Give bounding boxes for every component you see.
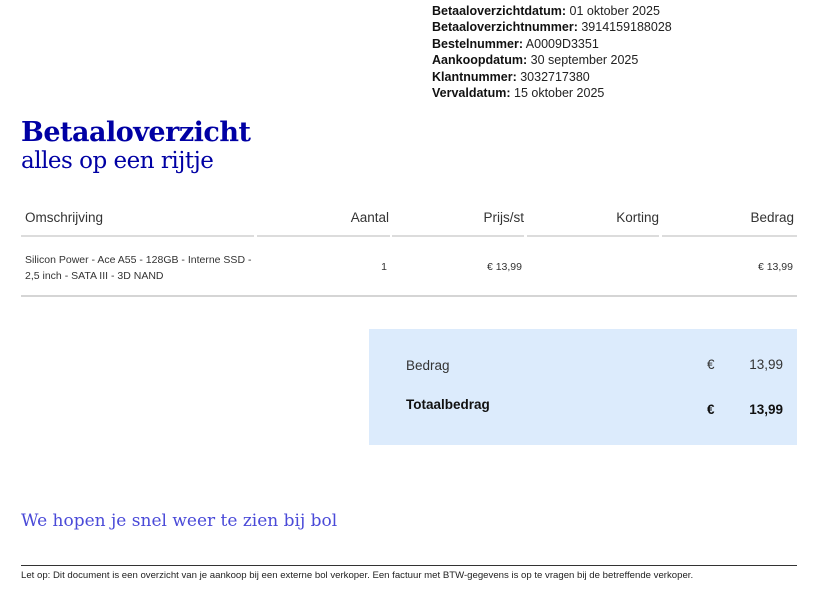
table-bottom-divider [21,295,797,297]
header-divider [527,235,659,237]
meta-label: Bestelnummer: [432,36,523,51]
table-row-price: € 13,99 [486,261,522,273]
table-row-description: Silicon Power - Ace A55 - 128GB - Intern… [25,254,252,282]
subtotal-value: 13,99 [749,357,783,372]
meta-purchase-date: Aankoopdatum: 30 september 2025 [432,52,672,68]
table-row-quantity: 1 [381,261,387,273]
column-header-description: Omschrijving [25,210,104,225]
meta-value: 3914159188028 [581,20,672,35]
meta-label: Klantnummer: [432,69,517,84]
summary-box: Bedrag € 13,99 Totaalbedrag € 13,99 [369,329,797,445]
page-title: Betaaloverzicht [21,117,251,148]
meta-value: A0009D3351 [525,36,599,51]
total-label: Totaalbedrag [406,397,490,412]
header-divider [392,235,524,237]
meta-value: 15 oktober 2025 [514,86,605,101]
header-divider [662,235,797,237]
meta-payment-date: Betaaloverzichtdatum: 01 oktober 2025 [432,3,672,19]
meta-value: 01 oktober 2025 [569,4,660,18]
subtotal-label: Bedrag [406,358,450,373]
footer-disclaimer: Let op: Dit document is een overzicht va… [21,570,694,581]
invoice-meta: Betaaloverzichtdatum: 01 oktober 2025 Be… [432,3,672,101]
total-value: 13,99 [749,402,783,417]
meta-value: 3032717380 [520,69,590,84]
header-divider [257,235,390,237]
page-subtitle: alles op een rijtje [21,148,214,174]
meta-label: Aankoopdatum: [432,53,528,68]
total-currency: € [707,402,715,417]
meta-value: 30 september 2025 [530,53,639,68]
meta-payment-number: Betaaloverzichtnummer: 3914159188028 [432,19,672,35]
footer-divider [21,565,797,566]
meta-label: Vervaldatum: [432,86,511,101]
column-header-price: Prijs/st [483,210,525,225]
table-row-amount: € 13,99 [757,261,793,273]
meta-order-number: Bestelnummer: A0009D3351 [432,36,672,52]
header-divider [21,235,254,237]
meta-label: Betaaloverzichtdatum: [432,4,567,18]
subtotal-currency: € [707,357,715,372]
meta-customer-number: Klantnummer: 3032717380 [432,69,672,85]
meta-due-date: Vervaldatum: 15 oktober 2025 [432,85,672,101]
column-header-discount: Korting [616,210,659,225]
column-header-quantity: Aantal [350,210,389,225]
meta-label: Betaaloverzichtnummer: [432,20,578,35]
column-header-amount: Bedrag [750,210,794,225]
closing-message: We hopen je snel weer te zien bij bol [21,511,338,531]
